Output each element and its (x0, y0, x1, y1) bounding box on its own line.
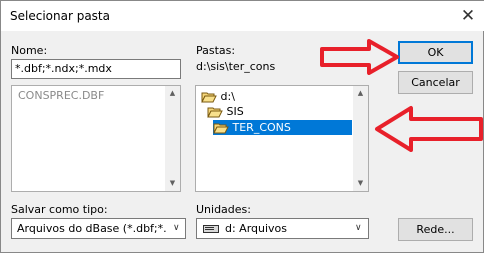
filename-label: Nome: (11, 44, 48, 57)
cancel-button[interactable]: Cancelar (398, 71, 473, 94)
drives-label: Unidades: (196, 203, 251, 216)
folder-tree[interactable]: d:\ SIS TER_CONS ▲ ▼ (195, 85, 369, 192)
scroll-down-icon[interactable]: ▼ (353, 176, 368, 191)
close-icon[interactable]: ✕ (456, 4, 480, 28)
list-item[interactable]: CONSPREC.DBF (18, 89, 104, 102)
tree-item-root[interactable]: d:\ (201, 89, 235, 104)
file-list-scrollbar[interactable]: ▲ ▼ (165, 86, 180, 191)
current-path: d:\sis\ter_cons (196, 60, 276, 73)
title-bar: Selecionar pasta ✕ (1, 1, 484, 31)
open-folder-icon (213, 123, 229, 134)
filetype-value: Arquivos do dBase (*.dbf;*.ndx;*.mdx) (17, 222, 167, 235)
dialog-title: Selecionar pasta (10, 9, 110, 23)
chevron-down-icon: ∨ (355, 223, 362, 233)
chevron-down-icon: ∨ (173, 223, 180, 233)
filetype-label: Salvar como tipo: (11, 203, 108, 216)
file-list[interactable]: CONSPREC.DBF ▲ ▼ (11, 85, 181, 192)
tree-item-ter-cons[interactable]: TER_CONS (213, 120, 352, 135)
folders-label: Pastas: (196, 44, 236, 57)
open-folder-icon (207, 107, 223, 118)
annotation-arrow-right-icon (320, 39, 399, 75)
select-folder-dialog: Selecionar pasta ✕ Nome: *.dbf;*.ndx;*.m… (0, 0, 484, 253)
folder-tree-scrollbar[interactable]: ▲ ▼ (353, 86, 368, 191)
scroll-up-icon[interactable]: ▲ (165, 86, 180, 101)
filename-input[interactable]: *.dbf;*.ndx;*.mdx (11, 59, 181, 79)
drive-value: d: Arquivos (225, 222, 288, 235)
scroll-down-icon[interactable]: ▼ (165, 176, 180, 191)
tree-item-sis[interactable]: SIS (207, 104, 244, 119)
drive-icon (203, 225, 219, 233)
annotation-arrow-left-icon (375, 106, 483, 152)
scroll-up-icon[interactable]: ▲ (353, 86, 368, 101)
network-button[interactable]: Rede... (398, 218, 473, 241)
open-folder-icon (201, 92, 217, 103)
tree-item-label: SIS (226, 105, 244, 118)
filetype-select[interactable]: Arquivos do dBase (*.dbf;*.ndx;*.mdx) ∨ (11, 218, 186, 239)
tree-item-label: TER_CONS (232, 121, 291, 134)
ok-button[interactable]: OK (398, 41, 473, 64)
drive-select[interactable]: d: Arquivos ∨ (196, 218, 369, 239)
tree-item-label: d:\ (220, 90, 235, 103)
